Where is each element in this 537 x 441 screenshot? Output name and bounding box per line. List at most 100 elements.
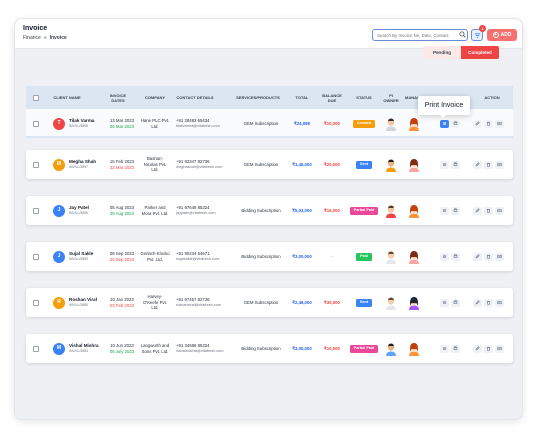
man-3-avatar — [386, 205, 396, 218]
view-button[interactable] — [440, 344, 449, 353]
client-name[interactable]: Roshan Viral — [69, 297, 97, 303]
tab-completed[interactable]: Completed — [461, 46, 499, 59]
row-checkbox[interactable] — [33, 207, 39, 214]
service-name: Bidding Subscription — [241, 253, 281, 259]
print-button[interactable] — [451, 298, 460, 307]
edit-button[interactable] — [472, 298, 482, 307]
contact-email[interactable]: jaypatel@vitafresh.com — [176, 211, 216, 217]
add-invoice-button[interactable]: + ADD — [487, 29, 517, 41]
print-button[interactable] — [451, 206, 460, 215]
client-avatar: J — [53, 204, 65, 217]
message-icon — [496, 208, 502, 213]
print-button[interactable] — [451, 252, 460, 261]
top-bar: Invoice Finance » Invoice 1 + ADD — [15, 19, 522, 49]
invoice-id: INV/LL/3896 — [69, 211, 88, 215]
row-checkbox[interactable] — [33, 253, 39, 260]
view-button[interactable] — [440, 160, 449, 169]
man-4-avatar — [386, 297, 396, 310]
delete-button[interactable] — [483, 206, 493, 215]
client-name[interactable]: Megha Shah — [69, 159, 96, 165]
total-amount: ₹5,03,000 — [292, 207, 312, 213]
edit-button[interactable] — [472, 344, 482, 353]
message-button[interactable] — [494, 206, 504, 215]
company-name: Hane PLC Pvt. Ltd. — [140, 118, 170, 129]
client-avatar: M — [53, 158, 65, 171]
select-all-checkbox[interactable] — [33, 94, 39, 101]
message-button[interactable] — [494, 298, 504, 307]
status-badge: Paid — [355, 252, 373, 261]
contact-email[interactable]: meghashah@vitafresh.com — [176, 165, 222, 171]
total-amount: ₹1,46,000 — [292, 161, 312, 167]
table-row[interactable]: J Jay Patel INV/LL/3896 05 Aug 2023 25 Aug… — [26, 196, 513, 225]
delete-button[interactable] — [483, 252, 493, 261]
message-button[interactable] — [494, 119, 504, 128]
table-row[interactable]: R Roshan Viral INV/LL/3880 20 Jan 2023 03 … — [26, 288, 513, 317]
woman-1-avatar — [409, 117, 419, 131]
view-icon — [442, 208, 447, 213]
message-button[interactable] — [494, 160, 504, 169]
status-badge: Sent — [355, 298, 373, 307]
status-badge: Created — [352, 119, 376, 128]
invoice-id: INV/LL/3884 — [69, 349, 88, 353]
contact-email[interactable]: tilakvarma@vitafresh.com — [176, 124, 220, 130]
delete-button[interactable] — [483, 298, 493, 307]
col-action: ACTION — [484, 95, 500, 100]
table-row[interactable]: J Sujal Sakle INV/LL/3895 08 Sep 2023 20 S… — [26, 242, 513, 271]
row-checkbox[interactable] — [33, 161, 39, 168]
search-icon[interactable] — [459, 31, 466, 38]
man-1-avatar — [386, 118, 396, 131]
delete-button[interactable] — [483, 344, 493, 353]
balance-due: ₹20,000 — [324, 161, 340, 167]
invoice-id: INV/LL/3897 — [69, 165, 88, 169]
message-icon — [496, 300, 502, 305]
message-button[interactable] — [494, 252, 504, 261]
edit-button[interactable] — [472, 119, 482, 128]
print-button[interactable] — [451, 160, 460, 169]
invoice-id: INV/LL/3895 — [69, 257, 88, 261]
edit-icon — [475, 162, 480, 167]
table-row[interactable]: M Megha Shah INV/LL/3897 15 Feb 2023 22 Ma… — [26, 150, 513, 179]
client-name[interactable]: Jay Patel — [69, 205, 89, 211]
tab-pending[interactable]: Pending — [423, 46, 461, 59]
breadcrumb-finance[interactable]: Finance — [23, 35, 41, 41]
total-amount: ₹2,46,000 — [292, 299, 312, 305]
client-name[interactable]: Vishal Mishra — [69, 343, 99, 349]
contact-email[interactable]: sujalsakle@vitafresh.com — [176, 257, 219, 263]
delete-icon — [486, 300, 490, 305]
edit-button[interactable] — [472, 206, 482, 215]
print-button[interactable] — [451, 344, 460, 353]
row-checkbox[interactable] — [33, 120, 39, 127]
man-4-avatar — [386, 251, 396, 264]
edit-icon — [475, 300, 480, 305]
view-button[interactable] — [440, 119, 449, 128]
view-button[interactable] — [440, 206, 449, 215]
total-amount: ₹24,098 — [294, 120, 310, 126]
col-status: STATUS — [356, 95, 372, 100]
filter-count-badge: 1 — [479, 25, 486, 32]
client-avatar: R — [53, 296, 65, 309]
woman-1-avatar — [409, 342, 419, 356]
client-name[interactable]: Sujal Sakle — [69, 251, 93, 257]
woman-1-avatar — [409, 204, 419, 218]
balance-due: ₹15,000 — [324, 207, 340, 213]
row-checkbox[interactable] — [33, 299, 39, 306]
contact-email[interactable]: roshanviral@vitafresh.com — [176, 303, 221, 309]
contact-email[interactable]: vishalmishra@vitafresh.com — [176, 349, 224, 355]
total-amount: ₹3,00,000 — [292, 253, 312, 259]
delete-button[interactable] — [483, 119, 493, 128]
table-row[interactable]: M Vishal Mishra INV/LL/3884 10 Jun 2023 05… — [26, 334, 513, 363]
delete-button[interactable] — [483, 160, 493, 169]
edit-button[interactable] — [472, 252, 482, 261]
header-select-all[interactable] — [30, 86, 42, 109]
view-button[interactable] — [440, 298, 449, 307]
view-button[interactable] — [440, 252, 449, 261]
edit-button[interactable] — [472, 160, 482, 169]
service-name: GEM Subscription — [243, 299, 279, 305]
client-avatar: T — [53, 117, 65, 130]
print-button[interactable] — [451, 119, 460, 128]
search-input[interactable] — [372, 29, 468, 41]
service-name: Bidding Subscription — [241, 345, 281, 351]
row-checkbox[interactable] — [33, 345, 39, 352]
client-name[interactable]: Tilak Varma — [69, 118, 94, 124]
message-button[interactable] — [494, 344, 504, 353]
